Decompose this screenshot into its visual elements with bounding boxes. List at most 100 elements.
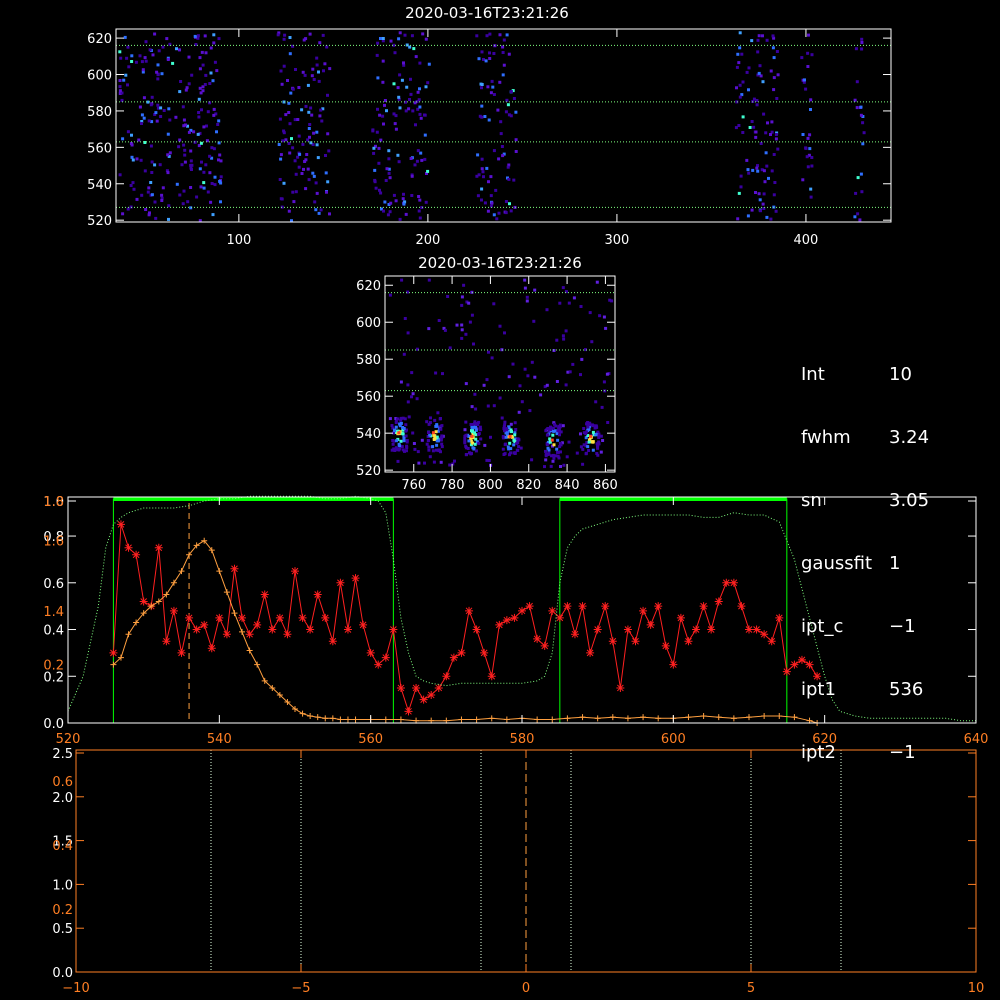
heatmap-pixel bbox=[381, 37, 385, 40]
heatmap-pixel bbox=[509, 209, 513, 213]
heatmap-pixel bbox=[498, 324, 502, 328]
heatmap-pixel bbox=[392, 447, 396, 451]
heatmap-pixel bbox=[324, 171, 328, 175]
info-key: ipt1 bbox=[801, 679, 836, 700]
heatmap-pixel bbox=[284, 138, 288, 142]
heatmap-pixel bbox=[506, 445, 510, 449]
data-point bbox=[791, 714, 798, 721]
data-point bbox=[616, 683, 625, 692]
top-image-axes: 100 200 300 400 520 540 560 580 600 620 bbox=[87, 29, 891, 248]
heatmap-pixel bbox=[213, 183, 217, 187]
heatmap-pixel bbox=[460, 336, 464, 340]
heatmap-pixel bbox=[509, 422, 513, 426]
y-tick-label: 600 bbox=[87, 69, 112, 84]
data-point bbox=[609, 714, 616, 721]
heatmap-pixel bbox=[755, 103, 759, 107]
heatmap-pixel bbox=[197, 111, 201, 114]
heatmap-pixel bbox=[405, 85, 409, 89]
y-tick-label: 620 bbox=[87, 32, 112, 47]
heatmap-pixel bbox=[610, 299, 614, 303]
data-point bbox=[729, 578, 738, 587]
x-tick-label: 10 bbox=[968, 981, 985, 996]
spectrum-band-boxes bbox=[112, 497, 788, 724]
data-point bbox=[563, 602, 572, 611]
heatmap-pixel bbox=[381, 114, 385, 118]
heatmap-pixel bbox=[312, 78, 316, 81]
heatmap-pixel bbox=[304, 104, 308, 108]
heatmap-pixel bbox=[472, 342, 475, 346]
heatmap-pixel bbox=[580, 357, 584, 361]
heatmap-pixel bbox=[517, 445, 521, 449]
heatmap-pixel bbox=[376, 107, 379, 111]
heatmap-pixel bbox=[426, 169, 430, 173]
heatmap-pixel bbox=[861, 142, 865, 146]
heatmap-pixel bbox=[130, 60, 134, 63]
x-tick-label: 780 bbox=[440, 478, 465, 493]
heatmap-pixel bbox=[418, 105, 422, 109]
data-point bbox=[177, 648, 186, 657]
heatmap-pixel bbox=[377, 161, 381, 165]
heatmap-pixel bbox=[855, 80, 859, 84]
heatmap-pixel bbox=[590, 423, 594, 427]
heatmap-pixel bbox=[738, 95, 742, 99]
data-point bbox=[397, 716, 404, 723]
heatmap-pixel bbox=[413, 163, 417, 167]
heatmap-pixel bbox=[775, 50, 779, 53]
heatmap-pixel bbox=[750, 39, 754, 43]
heatmap-pixel bbox=[429, 416, 432, 420]
heatmap-pixel bbox=[282, 37, 286, 41]
heatmap-pixel bbox=[287, 209, 291, 213]
heatmap-pixel bbox=[321, 33, 325, 37]
y-tick-label: 600 bbox=[356, 316, 381, 331]
heatmap-pixel bbox=[283, 33, 287, 37]
heatmap-pixel bbox=[551, 453, 555, 457]
heatmap-pixel bbox=[290, 137, 293, 141]
heatmap-pixel bbox=[858, 218, 862, 222]
data-point bbox=[374, 660, 383, 669]
heatmap-pixel bbox=[769, 133, 772, 136]
heatmap-pixel bbox=[396, 86, 400, 90]
data-point bbox=[283, 630, 292, 639]
heatmap-pixel bbox=[410, 395, 413, 399]
heatmap-pixel bbox=[810, 164, 814, 168]
heatmap-pixel bbox=[171, 61, 175, 65]
heatmap-pixel bbox=[433, 436, 437, 440]
heatmap-pixel bbox=[175, 182, 179, 186]
heatmap-pixel bbox=[168, 151, 172, 155]
heatmap-pixel bbox=[305, 153, 309, 156]
data-point bbox=[480, 648, 489, 657]
data-point bbox=[548, 606, 557, 615]
heatmap-pixel bbox=[139, 158, 143, 162]
heatmap-pixel bbox=[771, 46, 775, 50]
data-point bbox=[336, 578, 345, 587]
heatmap-pixel bbox=[579, 373, 582, 377]
heatmap-pixel bbox=[488, 32, 492, 36]
heatmap-pixel bbox=[600, 405, 604, 409]
data-point bbox=[685, 714, 692, 721]
heatmap-pixel bbox=[326, 132, 330, 136]
heatmap-pixel bbox=[473, 431, 476, 435]
heatmap-pixel bbox=[774, 209, 778, 213]
heatmap-pixel bbox=[481, 170, 485, 174]
heatmap-pixel bbox=[398, 217, 402, 221]
heatmap-pixel bbox=[446, 295, 450, 298]
heatmap-pixel bbox=[153, 32, 157, 36]
heatmap-pixel bbox=[311, 171, 315, 175]
heatmap-pixel bbox=[167, 217, 170, 221]
heatmap-pixel bbox=[301, 142, 305, 146]
heatmap-pixel bbox=[397, 160, 401, 164]
heatmap-pixel bbox=[417, 98, 421, 102]
heatmap-peak bbox=[550, 438, 554, 442]
data-point bbox=[253, 620, 262, 629]
heatmap-pixel bbox=[774, 137, 778, 141]
x-tick-label: −5 bbox=[291, 981, 310, 996]
heatmap-pixel bbox=[372, 151, 376, 155]
heatmap-pixel bbox=[388, 293, 392, 297]
data-point bbox=[533, 634, 542, 643]
heatmap-pixel bbox=[398, 444, 402, 448]
heatmap-pixel bbox=[597, 434, 601, 438]
heatmap-pixel bbox=[588, 423, 592, 427]
heatmap-pixel bbox=[480, 198, 483, 202]
heatmap-pixel bbox=[558, 425, 562, 428]
heatmap-pixel bbox=[160, 72, 164, 76]
